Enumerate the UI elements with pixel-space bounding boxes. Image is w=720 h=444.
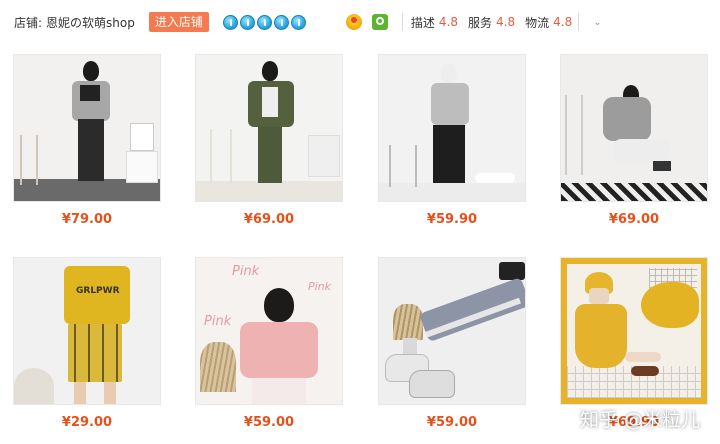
rating-label: 物流 — [525, 15, 550, 30]
product-price: ¥59.00 — [243, 415, 295, 430]
pink-text-decoration: Pink — [308, 280, 332, 293]
product-card[interactable]: ¥69.00 — [560, 54, 708, 227]
site-watermark: 知乎 @米粒儿 — [579, 409, 700, 431]
enter-shop-button[interactable]: 进入店铺 — [148, 12, 209, 32]
rating-label: 描述 — [410, 15, 435, 30]
pink-text-decoration: Pink — [204, 314, 232, 329]
shop-ratings: 描述 4.8 服务 4.8 物流 4.8 — [401, 13, 580, 31]
product-image[interactable] — [13, 54, 161, 202]
gold-seller-badge-icon[interactable] — [345, 14, 362, 30]
chevron-down-icon[interactable]: ⌄ — [593, 17, 601, 28]
product-card[interactable]: ¥69.00 — [195, 54, 343, 227]
product-price: ¥69.00 — [243, 212, 295, 227]
product-card[interactable]: ¥69.90 — [560, 257, 708, 430]
crown-icon — [290, 14, 306, 30]
rating-value: 4.8 — [438, 15, 458, 29]
rating-label: 服务 — [468, 15, 493, 30]
rating-value: 4.8 — [496, 15, 516, 29]
product-card[interactable]: ¥79.00 — [13, 54, 161, 227]
product-image[interactable] — [378, 54, 526, 202]
shop-label: 店铺: — [14, 15, 43, 30]
rating-service: 服务 4.8 — [468, 14, 515, 31]
product-image[interactable] — [195, 54, 343, 202]
assurance-badge-icon[interactable] — [371, 14, 388, 30]
product-price: ¥79.00 — [61, 212, 113, 227]
product-price: ¥69.00 — [608, 212, 660, 227]
product-image[interactable] — [560, 54, 708, 202]
crown-icon — [239, 14, 255, 30]
shop-header: 店铺: 恩妮の软萌shop 进入店铺 描述 4.8 服务 4.8 物流 4.8 … — [0, 0, 720, 44]
product-card[interactable]: ¥59.90 — [378, 54, 526, 227]
product-price: ¥59.00 — [426, 415, 478, 430]
product-image[interactable]: Pink Pink Pink — [195, 257, 343, 405]
product-price: ¥29.00 — [61, 415, 113, 430]
product-card[interactable]: ¥59.00 — [378, 257, 526, 430]
tee-print-text: GRLPWR — [76, 286, 120, 296]
product-price: ¥59.90 — [426, 212, 478, 227]
product-image[interactable]: GRLPWR — [13, 257, 161, 405]
shop-name-link[interactable]: 恩妮の软萌shop — [46, 14, 135, 31]
product-image[interactable] — [560, 257, 708, 405]
crown-icon — [222, 14, 238, 30]
shop-level-crowns — [222, 14, 306, 30]
rating-logistics: 物流 4.8 — [525, 14, 572, 31]
pink-text-decoration: Pink — [232, 264, 260, 279]
product-image[interactable] — [378, 257, 526, 405]
crown-icon — [256, 14, 272, 30]
product-card[interactable]: Pink Pink Pink ¥59.00 — [195, 257, 343, 430]
crown-icon — [273, 14, 289, 30]
rating-value: 4.8 — [553, 15, 573, 29]
rating-description: 描述 4.8 — [411, 14, 458, 31]
product-card[interactable]: GRLPWR ¥29.00 — [13, 257, 161, 430]
